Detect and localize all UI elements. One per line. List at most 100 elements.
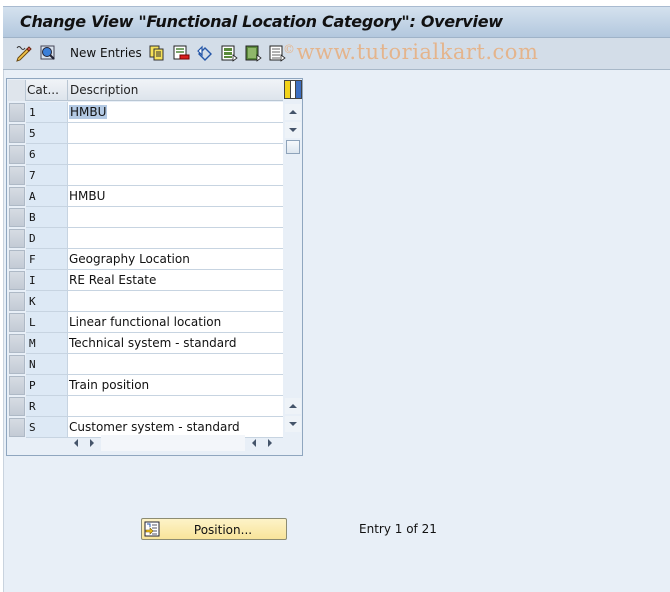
- scroll-track[interactable]: [101, 435, 245, 451]
- arrow-left-icon: [252, 439, 256, 447]
- column-header-description[interactable]: Description: [70, 83, 138, 97]
- category-cell: B: [26, 207, 67, 228]
- row-selector[interactable]: [9, 208, 25, 227]
- arrow-left-icon: [74, 439, 78, 447]
- column-separator[interactable]: [67, 80, 68, 101]
- scroll-right-button[interactable]: [85, 435, 99, 451]
- description-field[interactable]: Linear functional location: [67, 312, 283, 333]
- row-selector[interactable]: [9, 334, 25, 353]
- new-entries-button[interactable]: New Entries: [70, 46, 142, 60]
- table-settings-icon[interactable]: [284, 80, 302, 99]
- table-row: D: [8, 228, 283, 249]
- table-body: 1 HMBU 5 6 7 A HMBU B D F Geography Locatio…: [8, 102, 283, 438]
- category-cell: K: [26, 291, 67, 312]
- category-cell: R: [26, 396, 67, 417]
- table-row: 7: [8, 165, 283, 186]
- page-up-button[interactable]: [285, 398, 301, 414]
- row-selector[interactable]: [9, 376, 25, 395]
- table-control: Cat... Description 1 HMBU 5 6 7 A HMBU B D…: [6, 78, 303, 456]
- vertical-scrollbar[interactable]: [284, 102, 302, 433]
- row-selector[interactable]: [9, 103, 25, 122]
- row-selector[interactable]: [9, 271, 25, 290]
- selected-text: HMBU: [69, 105, 108, 119]
- category-cell: 6: [26, 144, 67, 165]
- table-row: A HMBU: [8, 186, 283, 207]
- table-row: 6: [8, 144, 283, 165]
- category-cell: A: [26, 186, 67, 207]
- description-field[interactable]: [67, 144, 283, 165]
- undo-change-icon[interactable]: [196, 44, 214, 62]
- category-cell: I: [26, 270, 67, 291]
- table-header: Cat... Description: [8, 80, 283, 101]
- application-toolbar: New Entries: [3, 38, 670, 70]
- scroll-thumb[interactable]: [286, 140, 300, 154]
- page-title: Change View "Functional Location Categor…: [20, 12, 503, 31]
- description-field[interactable]: HMBU: [67, 186, 283, 207]
- scroll-up-button[interactable]: [285, 104, 301, 120]
- scroll-right-end-button[interactable]: [263, 435, 277, 451]
- description-field[interactable]: Geography Location: [67, 249, 283, 270]
- deselect-all-icon[interactable]: [268, 44, 286, 62]
- position-button[interactable]: Position...: [141, 518, 287, 540]
- category-cell: F: [26, 249, 67, 270]
- row-selector[interactable]: [9, 397, 25, 416]
- horizontal-scrollbar[interactable]: [67, 435, 283, 451]
- description-field[interactable]: [67, 228, 283, 249]
- category-cell: 7: [26, 165, 67, 186]
- category-cell: 1: [26, 102, 67, 123]
- copy-icon[interactable]: [148, 44, 166, 62]
- row-selector[interactable]: [9, 355, 25, 374]
- column-header-category[interactable]: Cat...: [27, 83, 67, 97]
- scroll-left-button[interactable]: [69, 435, 83, 451]
- entry-counter: Entry 1 of 21: [359, 522, 437, 536]
- table-row: M Technical system - standard: [8, 333, 283, 354]
- select-block-icon[interactable]: [244, 44, 262, 62]
- row-selector[interactable]: [9, 313, 25, 332]
- category-cell: L: [26, 312, 67, 333]
- scroll-down-button[interactable]: [285, 122, 301, 138]
- table-row: K: [8, 291, 283, 312]
- position-button-label: Position...: [193, 523, 253, 537]
- page-down-button[interactable]: [285, 416, 301, 432]
- row-selector[interactable]: [9, 166, 25, 185]
- description-field[interactable]: [67, 207, 283, 228]
- row-selector[interactable]: [9, 145, 25, 164]
- select-all-icon[interactable]: [220, 44, 238, 62]
- table-row: P Train position: [8, 375, 283, 396]
- row-selector[interactable]: [9, 292, 25, 311]
- row-selector[interactable]: [9, 418, 25, 437]
- arrow-right-icon: [90, 439, 94, 447]
- description-field[interactable]: Train position: [67, 375, 283, 396]
- table-row: 5: [8, 123, 283, 144]
- description-field[interactable]: [67, 291, 283, 312]
- arrow-up-icon: [289, 110, 297, 114]
- table-row: B: [8, 207, 283, 228]
- description-field[interactable]: Technical system - standard: [67, 333, 283, 354]
- description-field[interactable]: [67, 354, 283, 375]
- description-field[interactable]: [67, 165, 283, 186]
- arrow-down-icon: [289, 422, 297, 426]
- table-row: R: [8, 396, 283, 417]
- row-selector[interactable]: [9, 187, 25, 206]
- delete-icon[interactable]: [172, 44, 190, 62]
- description-field[interactable]: HMBU: [67, 102, 283, 123]
- description-field[interactable]: [67, 123, 283, 144]
- display-change-icon[interactable]: [15, 44, 33, 62]
- arrow-right-icon: [268, 439, 272, 447]
- category-cell: N: [26, 354, 67, 375]
- table-row: I RE Real Estate: [8, 270, 283, 291]
- title-bar: Change View "Functional Location Categor…: [3, 6, 670, 38]
- category-cell: D: [26, 228, 67, 249]
- category-cell: P: [26, 375, 67, 396]
- row-selector[interactable]: [9, 229, 25, 248]
- table-row: F Geography Location: [8, 249, 283, 270]
- table-row: N: [8, 354, 283, 375]
- select-all-rows-button[interactable]: [8, 80, 26, 101]
- description-field[interactable]: [67, 396, 283, 417]
- description-field[interactable]: RE Real Estate: [67, 270, 283, 291]
- category-cell: S: [26, 417, 67, 438]
- scroll-left-end-button[interactable]: [247, 435, 261, 451]
- search-icon[interactable]: [39, 44, 57, 62]
- row-selector[interactable]: [9, 124, 25, 143]
- row-selector[interactable]: [9, 250, 25, 269]
